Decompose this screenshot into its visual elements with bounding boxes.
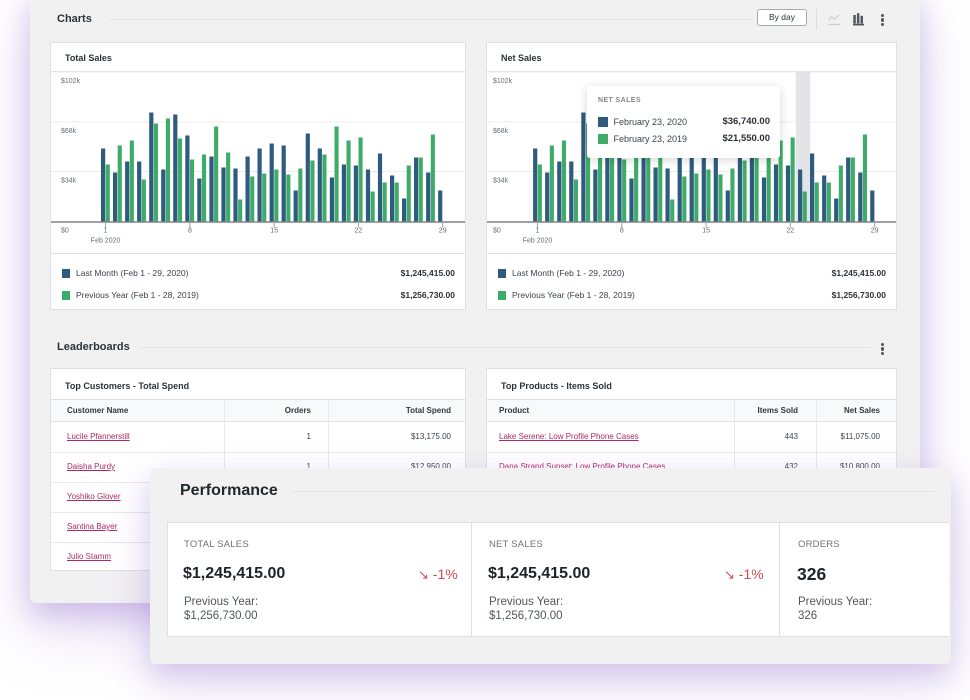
svg-text:1: 1 — [104, 228, 108, 235]
svg-text:$0: $0 — [61, 228, 69, 235]
svg-text:Feb 2020: Feb 2020 — [523, 238, 553, 245]
svg-text:22: 22 — [786, 228, 794, 235]
svg-text:15: 15 — [702, 228, 710, 235]
svg-text:$34k: $34k — [61, 178, 77, 185]
svg-text:8: 8 — [620, 228, 624, 235]
svg-text:15: 15 — [270, 228, 278, 235]
svg-text:$102k: $102k — [61, 78, 81, 85]
svg-text:29: 29 — [871, 228, 879, 235]
svg-text:$34k: $34k — [493, 178, 509, 185]
svg-text:29: 29 — [439, 228, 447, 235]
svg-text:$68k: $68k — [61, 128, 77, 135]
svg-text:22: 22 — [355, 228, 363, 235]
svg-text:8: 8 — [188, 228, 192, 235]
svg-text:Feb 2020: Feb 2020 — [91, 238, 121, 245]
svg-text:$68k: $68k — [493, 128, 509, 135]
svg-text:$0: $0 — [493, 228, 501, 235]
svg-text:1: 1 — [536, 228, 540, 235]
svg-text:$102k: $102k — [493, 78, 513, 85]
